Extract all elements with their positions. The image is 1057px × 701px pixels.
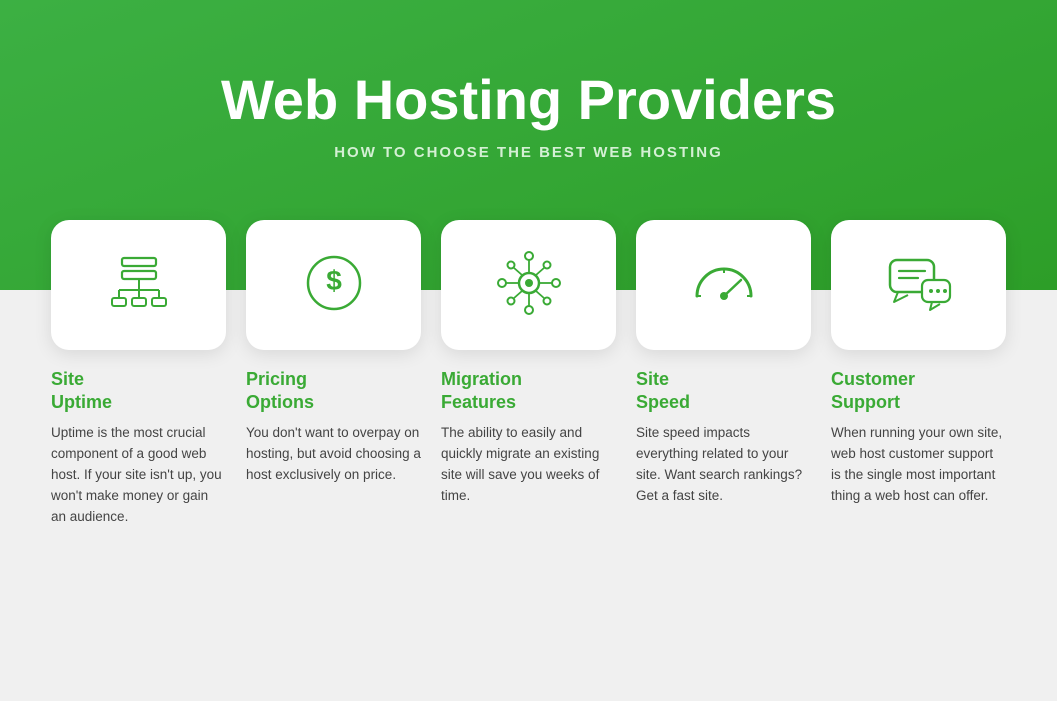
migration-icon [455, 238, 602, 328]
page-title: Web Hosting Providers [221, 69, 836, 131]
content-migration-features: MigrationFeatures The ability to easily … [441, 368, 616, 528]
content-site-speed: SiteSpeed Site speed impacts everything … [636, 368, 811, 528]
card-pricing-options: $ [246, 220, 421, 350]
card-site-uptime [51, 220, 226, 350]
content-area: SiteUptime Uptime is the most crucial co… [30, 368, 1027, 528]
text-site-speed: Site speed impacts everything related to… [636, 423, 811, 507]
page-wrapper: Web Hosting Providers HOW TO CHOOSE THE … [0, 0, 1057, 701]
pricing-icon: $ [260, 238, 407, 328]
card-customer-support [831, 220, 1006, 350]
content-customer-support: CustomerSupport When running your own si… [831, 368, 1006, 528]
title-pricing-options: PricingOptions [246, 368, 421, 413]
text-pricing-options: You don't want to overpay on hosting, bu… [246, 423, 421, 486]
svg-text:$: $ [326, 265, 342, 296]
card-migration-features [441, 220, 616, 350]
card-site-speed [636, 220, 811, 350]
text-customer-support: When running your own site, web host cus… [831, 423, 1006, 507]
title-migration-features: MigrationFeatures [441, 368, 616, 413]
title-site-uptime: SiteUptime [51, 368, 226, 413]
support-icon [845, 238, 992, 328]
text-migration-features: The ability to easily and quickly migrat… [441, 423, 616, 507]
title-site-speed: SiteSpeed [636, 368, 811, 413]
cards-section: $ [0, 290, 1057, 701]
cards-row: $ [30, 220, 1027, 350]
speed-icon [650, 238, 797, 328]
page-subtitle: HOW TO CHOOSE THE BEST WEB HOSTING [334, 144, 723, 161]
text-site-uptime: Uptime is the most crucial component of … [51, 423, 226, 528]
content-site-uptime: SiteUptime Uptime is the most crucial co… [51, 368, 226, 528]
site-uptime-icon [65, 238, 212, 328]
content-pricing-options: PricingOptions You don't want to overpay… [246, 368, 421, 528]
title-customer-support: CustomerSupport [831, 368, 1006, 413]
